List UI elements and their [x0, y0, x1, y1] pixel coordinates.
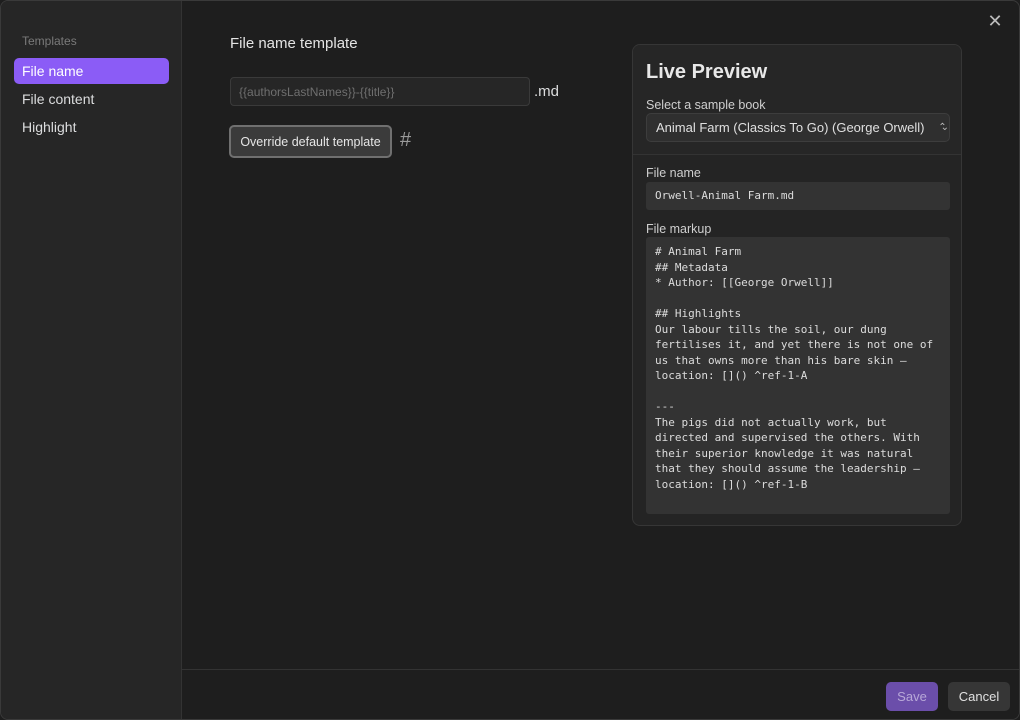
extension-label: .md — [534, 83, 560, 100]
template-settings-modal: Templates File name File content Highlig… — [0, 0, 1020, 720]
sample-book-label: Select a sample book — [646, 98, 766, 112]
preview-title: Live Preview — [646, 61, 768, 83]
preview-header: Live Preview Select a sample book Animal… — [633, 45, 961, 155]
section-title: File name template — [230, 35, 358, 52]
file-markup-label: File markup — [646, 222, 712, 236]
cancel-button[interactable]: Cancel — [948, 682, 1010, 711]
close-icon[interactable]: ✕ — [985, 11, 1005, 31]
hash-icon[interactable]: # — [400, 129, 411, 152]
file-name-template-input[interactable] — [230, 77, 530, 106]
file-markup-preview[interactable]: # Animal Farm ## Metadata * Author: [[Ge… — [646, 237, 950, 514]
sidebar-item-file-content[interactable]: File content — [14, 86, 169, 112]
live-preview-panel: Live Preview Select a sample book Animal… — [632, 44, 962, 526]
sample-book-selected: Animal Farm (Classics To Go) (George Orw… — [656, 120, 925, 135]
override-default-template-button[interactable]: Override default template — [229, 125, 392, 158]
footer: Save Cancel — [182, 669, 1019, 719]
sample-book-select[interactable]: Animal Farm (Classics To Go) (George Orw… — [646, 113, 950, 142]
save-button[interactable]: Save — [886, 682, 938, 711]
file-name-label: File name — [646, 166, 701, 180]
sidebar-item-highlight[interactable]: Highlight — [14, 114, 169, 140]
file-name-preview: Orwell-Animal Farm.md — [646, 182, 950, 210]
sidebar-item-file-name[interactable]: File name — [14, 58, 169, 84]
sidebar: Templates File name File content Highlig… — [1, 1, 182, 719]
sidebar-heading: Templates — [22, 34, 77, 48]
select-arrows-icon: ⌃⌄ — [938, 122, 948, 133]
